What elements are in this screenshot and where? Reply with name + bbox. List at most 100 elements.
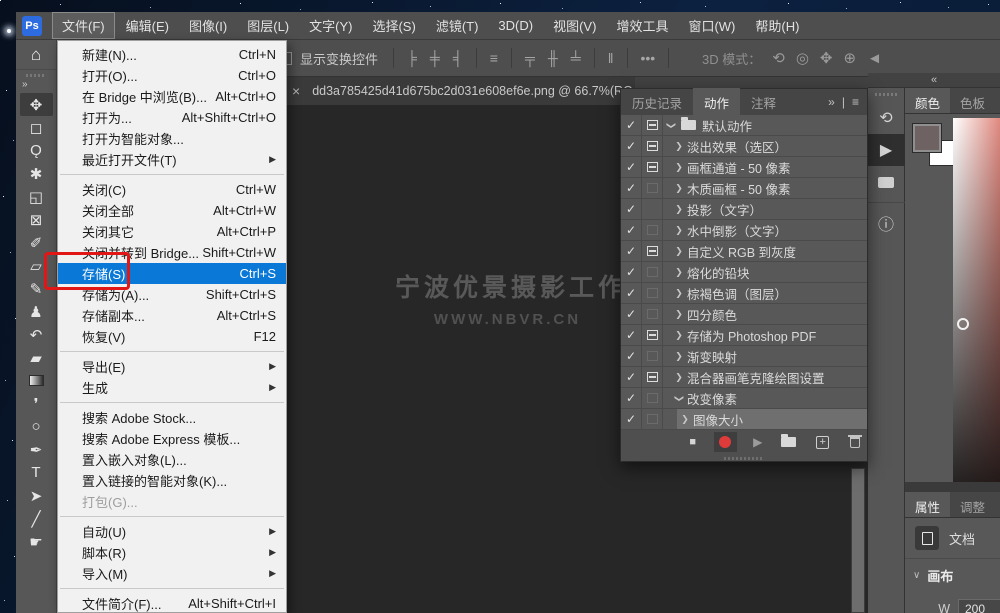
dialog-toggle[interactable] <box>642 346 663 366</box>
menu-item-place-embedded[interactable]: 置入嵌入对象(L)... <box>58 449 286 470</box>
toggle-item-check[interactable]: ✓ <box>621 220 642 240</box>
3d-camera-icon[interactable]: ◄ <box>867 50 882 67</box>
menu-layer[interactable]: 图层(L) <box>238 13 298 38</box>
action-row[interactable]: ✓ ❯ 水中倒影（文字） <box>621 220 867 241</box>
menu-view[interactable]: 视图(V) <box>544 13 605 38</box>
dialog-toggle[interactable] <box>642 220 663 240</box>
align-left-icon[interactable]: ╞ <box>407 50 417 66</box>
collapse-icon[interactable]: ❯ <box>674 390 685 406</box>
expand-icon[interactable]: ❯ <box>671 141 687 152</box>
menu-edit[interactable]: 编辑(E) <box>117 13 178 38</box>
tab-swatches[interactable]: 色板 <box>950 88 995 113</box>
action-row-selected[interactable]: ✓ ❯ 图像大小 <box>621 409 867 430</box>
menu-item-open[interactable]: 打开(O)...Ctrl+O <box>58 65 286 86</box>
play-button[interactable]: ▶ <box>746 432 770 452</box>
align-bottom-icon[interactable]: ╧ <box>571 50 581 66</box>
expand-icon[interactable]: ❯ <box>671 225 687 236</box>
toggle-item-check[interactable]: ✓ <box>621 136 642 156</box>
expand-icon[interactable]: ❯ <box>671 267 687 278</box>
panel-grip[interactable] <box>875 93 897 96</box>
history-panel-button[interactable]: ⟲ <box>868 102 905 134</box>
expand-icon[interactable]: ❯ <box>671 309 687 320</box>
menu-item-close[interactable]: 关闭(C)Ctrl+W <box>58 179 286 200</box>
expand-icon[interactable]: ❯ <box>671 288 687 299</box>
expand-icon[interactable]: ❯ <box>671 351 687 362</box>
menu-select[interactable]: 选择(S) <box>363 13 424 38</box>
menu-image[interactable]: 图像(I) <box>180 13 236 38</box>
menu-item-new[interactable]: 新建(N)...Ctrl+N <box>58 44 286 65</box>
tab-color[interactable]: 颜色 <box>905 88 950 113</box>
action-row[interactable]: ✓ ❯ 熔化的铅块 <box>621 262 867 283</box>
blur-tool[interactable]: ❜ <box>20 392 53 415</box>
dialog-toggle[interactable] <box>642 367 663 387</box>
frame-tool[interactable]: ⊠ <box>20 208 53 231</box>
tab-notes[interactable]: 注释 <box>740 88 787 117</box>
menu-item-import[interactable]: 导入(M)▶ <box>58 563 286 584</box>
menu-item-search-adobe-stock[interactable]: 搜索 Adobe Stock... <box>58 407 286 428</box>
panel-resize-grip[interactable] <box>621 454 867 462</box>
expand-panel-icon[interactable]: » <box>828 95 835 109</box>
menu-item-automate[interactable]: 自动(U)▶ <box>58 521 286 542</box>
dialog-toggle[interactable] <box>642 241 663 261</box>
align-center-icon[interactable]: ╪ <box>430 50 440 66</box>
panel-divider[interactable] <box>905 482 1000 492</box>
dialog-toggle[interactable] <box>642 409 663 429</box>
action-row[interactable]: ✓ ❯ 淡出效果（选区） <box>621 136 867 157</box>
menu-3d[interactable]: 3D(D) <box>489 15 542 36</box>
collapse-tools-button[interactable]: » <box>16 79 56 93</box>
action-row[interactable]: ✓ ❯ 混合器画笔克隆绘图设置 <box>621 367 867 388</box>
path-selection-tool[interactable]: ➤ <box>20 484 53 507</box>
menu-item-package[interactable]: 打包(G)... <box>58 491 286 512</box>
align-middle-icon[interactable]: ╫ <box>548 50 558 66</box>
toggle-item-check[interactable]: ✓ <box>621 346 642 366</box>
pen-tool[interactable]: ✒ <box>20 438 53 461</box>
menu-help[interactable]: 帮助(H) <box>746 13 808 38</box>
tab-history[interactable]: 历史记录 <box>621 88 693 117</box>
tab-properties[interactable]: 属性 <box>905 492 950 517</box>
menu-item-close-others[interactable]: 关闭其它Alt+Ctrl+P <box>58 221 286 242</box>
crop-tool[interactable]: ◱ <box>20 185 53 208</box>
3d-pan-icon[interactable]: ✥ <box>820 49 833 67</box>
expand-icon[interactable]: ❯ <box>671 162 687 173</box>
notes-panel-button[interactable] <box>868 166 905 198</box>
actions-panel-button[interactable]: ▶ <box>868 134 905 166</box>
tab-gradients[interactable]: 渐变 <box>995 88 1000 113</box>
lasso-tool[interactable]: Ǫ <box>20 139 53 162</box>
expand-icon[interactable]: ❯ <box>671 204 687 215</box>
dialog-toggle[interactable] <box>642 199 663 219</box>
toggle-item-check[interactable]: ✓ <box>621 115 642 135</box>
close-tab-icon[interactable]: × <box>292 83 300 99</box>
menu-plugins[interactable]: 增效工具 <box>607 13 677 38</box>
eraser-tool[interactable]: ▰ <box>20 346 53 369</box>
dialog-toggle[interactable] <box>642 157 663 177</box>
vertical-scrollbar[interactable] <box>851 468 865 613</box>
menu-item-search-adobe-express[interactable]: 搜索 Adobe Express 模板... <box>58 428 286 449</box>
action-group-row[interactable]: ✓ ❯ 默认动作 <box>621 115 867 136</box>
toggle-item-check[interactable]: ✓ <box>621 262 642 282</box>
color-picker-field[interactable] <box>953 118 1000 482</box>
marquee-tool[interactable]: ◻ <box>20 116 53 139</box>
history-brush-tool[interactable]: ↶ <box>20 323 53 346</box>
document-tab[interactable]: × dd3a785425d41d675bc2d031e608ef6e.png @… <box>287 77 635 105</box>
action-row[interactable]: ✓ ❯ 棕褐色调（图层） <box>621 283 867 304</box>
dialog-toggle[interactable] <box>642 178 663 198</box>
toggle-item-check[interactable]: ✓ <box>621 283 642 303</box>
type-tool[interactable]: T <box>20 461 53 484</box>
collapse-group-icon[interactable]: ❯ <box>666 117 677 133</box>
home-button[interactable]: ⌂ <box>16 40 56 70</box>
dialog-toggle[interactable] <box>642 304 663 324</box>
width-input[interactable] <box>958 599 1000 613</box>
foreground-color-swatch[interactable] <box>913 124 941 152</box>
menu-item-close-all[interactable]: 关闭全部Alt+Ctrl+W <box>58 200 286 221</box>
dialog-toggle[interactable] <box>642 388 663 408</box>
action-row[interactable]: ✓ ❯ 投影（文字） <box>621 199 867 220</box>
color-picker-handle[interactable] <box>957 318 969 330</box>
menu-item-open-as[interactable]: 打开为...Alt+Shift+Ctrl+O <box>58 107 286 128</box>
action-row[interactable]: ✓ ❯ 自定义 RGB 到灰度 <box>621 241 867 262</box>
menu-item-scripts[interactable]: 脚本(R)▶ <box>58 542 286 563</box>
new-action-button[interactable] <box>811 432 835 452</box>
quick-selection-tool[interactable]: ✱ <box>20 162 53 185</box>
toggle-item-check[interactable]: ✓ <box>621 199 642 219</box>
action-row[interactable]: ✓ ❯ 木质画框 - 50 像素 <box>621 178 867 199</box>
toggle-item-check[interactable]: ✓ <box>621 304 642 324</box>
